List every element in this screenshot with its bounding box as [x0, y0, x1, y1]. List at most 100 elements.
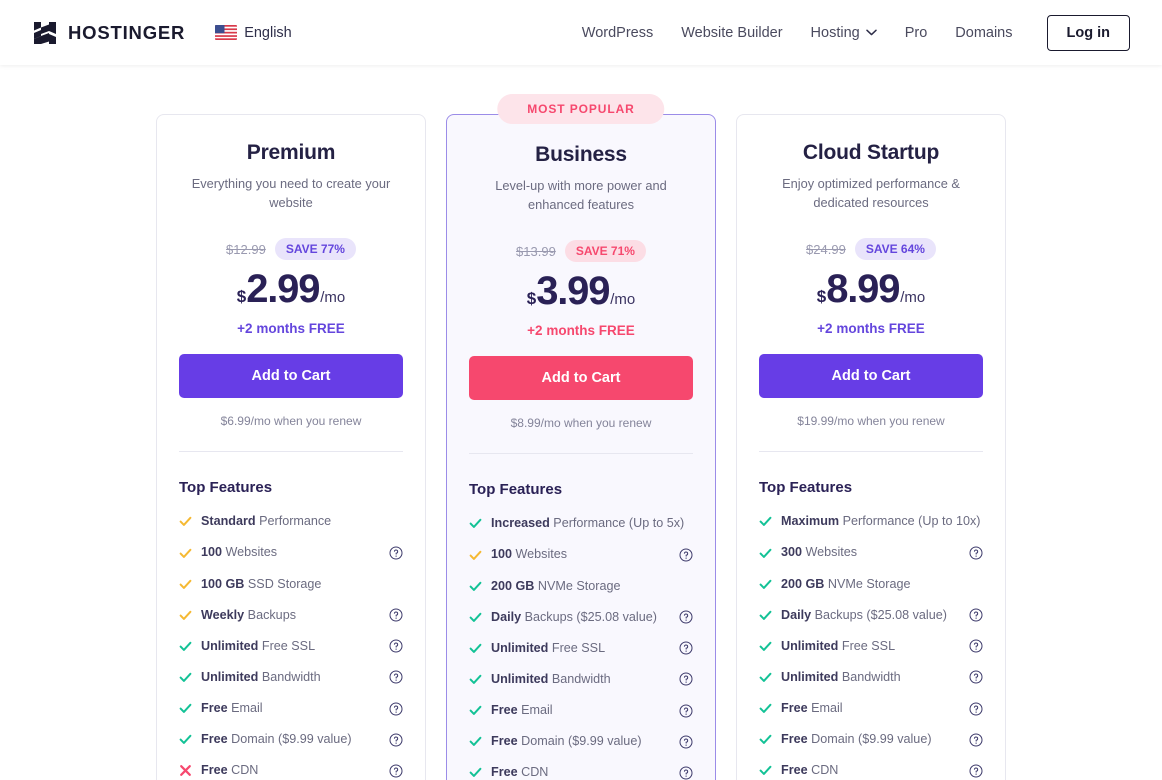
feature-text: Unlimited Free SSL	[491, 641, 605, 656]
feature-rest: NVMe Storage	[534, 578, 621, 593]
feature-highlight: 100	[491, 547, 513, 562]
save-badge: SAVE 71%	[564, 240, 646, 263]
check-icon	[179, 548, 192, 558]
nav-item-website-builder[interactable]: Website Builder	[681, 25, 782, 41]
feature-rest: Email	[517, 703, 553, 718]
feature-text: 100 GB SSD Storage	[201, 577, 321, 592]
feature-item: Maximum Performance (Up to 10x)	[759, 514, 983, 529]
feature-text: Unlimited Bandwidth	[491, 672, 611, 687]
nav-item-domains[interactable]: Domains	[955, 25, 1012, 41]
old-price-row: $24.99 SAVE 64%	[759, 238, 983, 261]
free-months-note: +2 months FREE	[527, 323, 635, 339]
feature-item: Free Domain ($9.99 value)	[469, 734, 693, 749]
help-circle-icon[interactable]	[969, 546, 983, 560]
login-button[interactable]: Log in	[1046, 14, 1130, 51]
feature-item: 100 Websites	[179, 545, 403, 560]
feature-item: Free CDN	[179, 763, 403, 778]
help-circle-icon[interactable]	[679, 766, 693, 780]
feature-item: Daily Backups ($25.08 value)	[469, 610, 693, 625]
help-circle-icon[interactable]	[389, 608, 403, 622]
help-circle-icon[interactable]	[679, 641, 693, 655]
cross-icon	[180, 765, 191, 777]
save-badge: SAVE 77%	[274, 238, 356, 261]
feature-rest: Bandwidth	[258, 669, 321, 684]
feature-highlight: Free	[491, 765, 518, 780]
help-circle-icon[interactable]	[679, 704, 693, 718]
help-circle-icon[interactable]	[969, 764, 983, 778]
feature-item: 100 Websites	[469, 547, 693, 562]
feature-rest: Performance	[255, 514, 332, 529]
feature-item: Free Domain ($9.99 value)	[759, 732, 983, 747]
help-circle-icon[interactable]	[389, 764, 403, 778]
feature-item: Unlimited Free SSL	[759, 639, 983, 654]
help-circle-icon[interactable]	[969, 639, 983, 653]
help-circle-icon[interactable]	[679, 735, 693, 749]
help-circle-icon[interactable]	[389, 702, 403, 716]
feature-highlight: Unlimited	[491, 671, 549, 686]
add-to-cart-button[interactable]: Add to Cart	[469, 356, 693, 401]
add-to-cart-button[interactable]: Add to Cart	[759, 354, 983, 399]
help-circle-icon[interactable]	[389, 639, 403, 653]
features-list: Standard Performance 100 Websites 100 GB S…	[179, 514, 403, 780]
help-circle-icon[interactable]	[679, 610, 693, 624]
feature-highlight: Weekly	[201, 607, 245, 622]
plan-name: Premium	[246, 141, 336, 164]
help-circle-icon[interactable]	[969, 702, 983, 716]
add-to-cart-button[interactable]: Add to Cart	[179, 354, 403, 399]
feature-item: Increased Performance (Up to 5x)	[469, 516, 693, 531]
feature-rest: Domain ($9.99 value)	[517, 734, 642, 749]
check-icon	[469, 768, 482, 778]
price-amount: 8.99	[826, 267, 900, 312]
feature-highlight: Free	[201, 763, 228, 778]
check-icon	[469, 612, 482, 622]
most-popular-badge: MOST POPULAR	[497, 94, 665, 124]
current-price: $3.99/mo	[469, 271, 693, 311]
feature-text: Free Email	[491, 703, 553, 718]
old-price: $24.99	[806, 241, 846, 257]
nav-item-hosting[interactable]: Hosting	[811, 25, 877, 41]
feature-rest: Backups	[244, 607, 296, 622]
chevron-down-icon	[865, 29, 877, 36]
plan-name: Business	[535, 143, 627, 166]
help-circle-icon[interactable]	[679, 672, 693, 686]
language-label: English	[244, 24, 292, 41]
feature-rest: Websites	[802, 545, 858, 560]
help-circle-icon[interactable]	[679, 548, 693, 562]
renewal-price-note: $19.99/mo when you renew	[797, 414, 945, 429]
brand-logo[interactable]: HOSTINGER	[32, 20, 185, 46]
feature-highlight: Unlimited	[201, 638, 259, 653]
features-heading: Top Features	[469, 481, 563, 499]
price-amount: 3.99	[536, 269, 610, 314]
feature-highlight: Unlimited	[781, 669, 839, 684]
feature-text: Free CDN	[781, 763, 838, 778]
feature-text: Daily Backups ($25.08 value)	[491, 610, 657, 625]
help-circle-icon[interactable]	[969, 733, 983, 747]
feature-text: Daily Backups ($25.08 value)	[781, 608, 947, 623]
help-circle-icon[interactable]	[389, 670, 403, 684]
feature-rest: Domain ($9.99 value)	[807, 732, 932, 747]
pricing-card-premium: Premium Everything you need to create you…	[156, 114, 426, 780]
help-circle-icon[interactable]	[969, 670, 983, 684]
feature-text: Unlimited Bandwidth	[781, 670, 901, 685]
feature-highlight: 100	[201, 545, 223, 560]
nav-item-pro[interactable]: Pro	[905, 25, 928, 41]
language-selector[interactable]: English	[215, 25, 292, 41]
currency-symbol: $	[816, 287, 827, 307]
renewal-price-note: $6.99/mo when you renew	[220, 414, 362, 429]
price-period: /mo	[610, 291, 636, 309]
feature-item: Free Domain ($9.99 value)	[179, 732, 403, 747]
feature-highlight: Unlimited	[781, 638, 839, 653]
help-circle-icon[interactable]	[969, 608, 983, 622]
feature-highlight: Daily	[491, 609, 522, 624]
renewal-price-note: $8.99/mo when you renew	[510, 416, 652, 431]
help-circle-icon[interactable]	[389, 733, 403, 747]
check-icon	[469, 581, 482, 591]
price-period: /mo	[320, 289, 346, 307]
nav-item-wordpress[interactable]: WordPress	[582, 25, 653, 41]
old-price: $12.99	[226, 241, 266, 257]
features-heading: Top Features	[759, 479, 853, 497]
check-icon	[759, 548, 772, 558]
check-icon	[759, 672, 772, 682]
check-icon	[759, 703, 772, 713]
help-circle-icon[interactable]	[389, 546, 403, 560]
